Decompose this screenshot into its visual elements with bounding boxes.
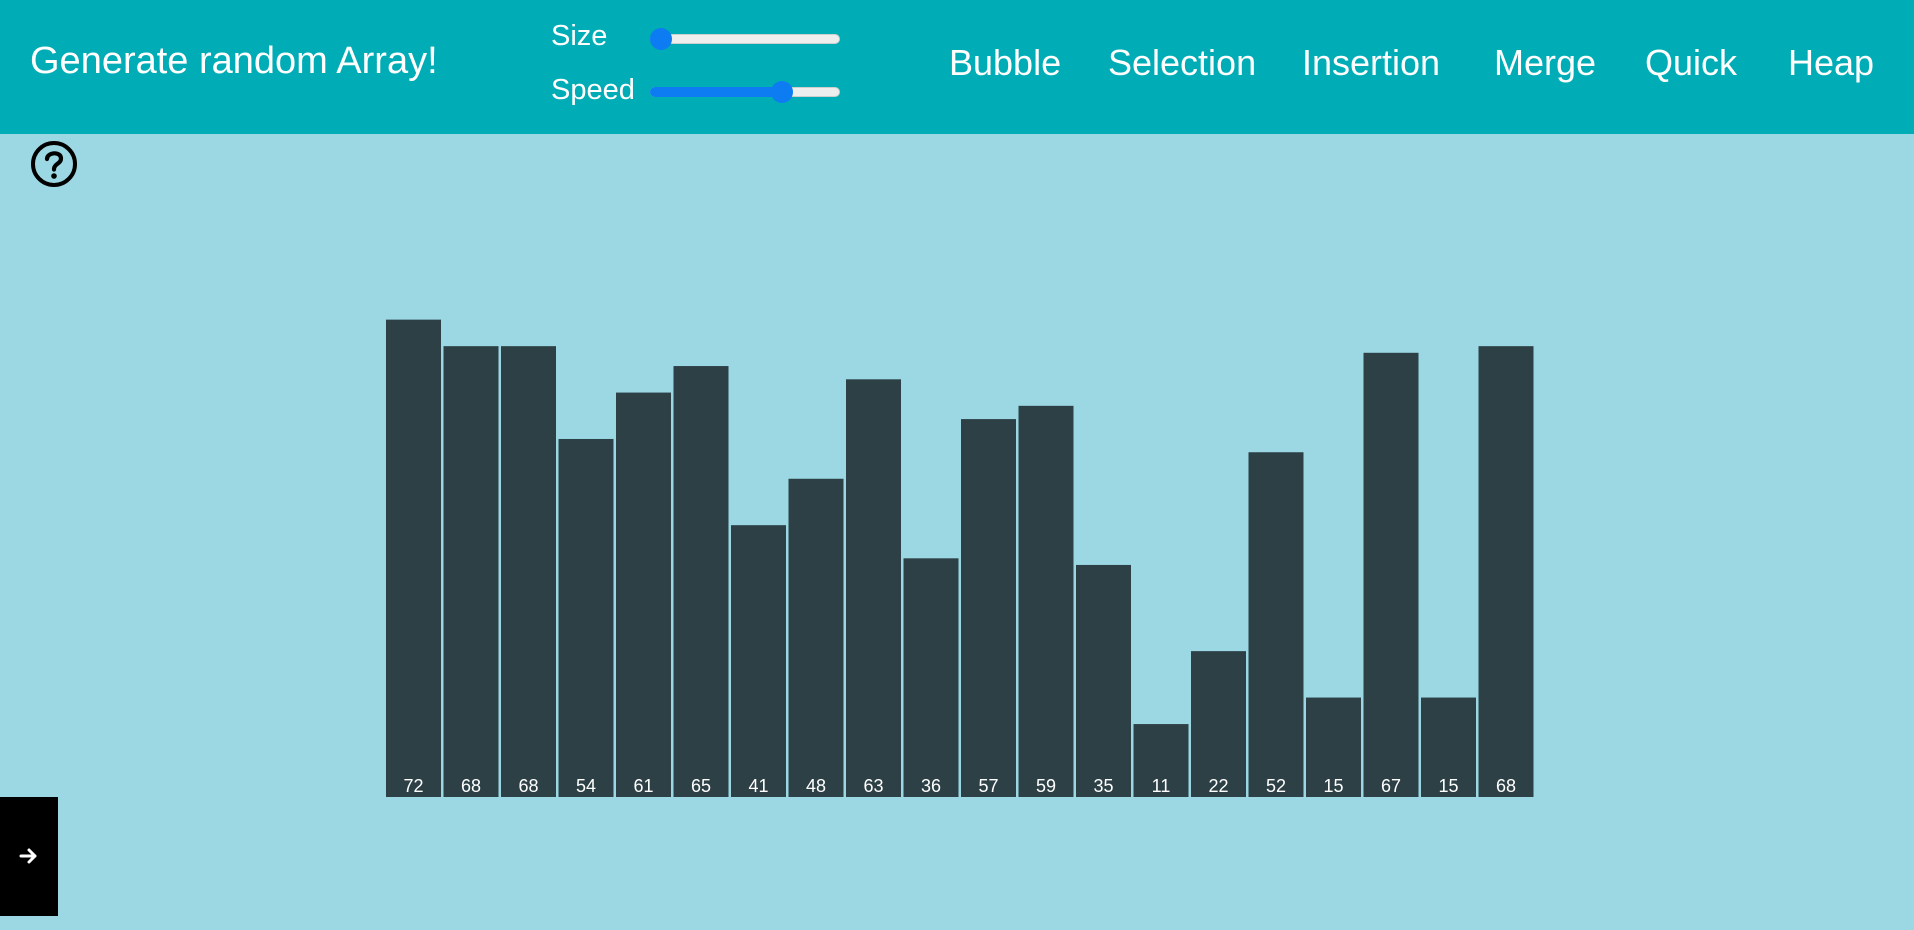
bar-value-label: 61: [633, 776, 653, 796]
array-bar: [1248, 452, 1304, 797]
array-bar: [1478, 346, 1534, 797]
array-bar: [788, 478, 844, 797]
array-bar: [673, 366, 729, 797]
next-button[interactable]: [0, 797, 58, 916]
array-bar: [1018, 405, 1074, 797]
bar-value-label: 59: [1036, 776, 1056, 796]
bar-value-label: 63: [863, 776, 883, 796]
array-bar-chart: 72 68 68 54 61 65 41 48 63 36 57 59 35 11 22 52 15 67 15 68: [386, 319, 1534, 797]
array-bar: [501, 346, 556, 797]
array-bar: [903, 558, 959, 797]
bar-value-label: 36: [921, 776, 941, 796]
array-bar: [616, 392, 671, 797]
array-bar: [731, 525, 786, 797]
bar-value-label: 57: [978, 776, 998, 796]
arrow-right-icon: [19, 848, 37, 864]
bar-value-label: 67: [1381, 776, 1401, 796]
bar-value-label: 52: [1266, 776, 1286, 796]
bar-value-label: 35: [1093, 776, 1113, 796]
bar-value-label: 54: [576, 776, 596, 796]
bar-value-label: 68: [1496, 776, 1516, 796]
bar-value-label: 41: [748, 776, 768, 796]
bar-value-label: 65: [691, 776, 711, 796]
array-bar: [1076, 564, 1131, 797]
bar-value-label: 11: [1152, 776, 1171, 796]
bar-value-label: 68: [461, 776, 481, 796]
array-bar: [558, 438, 614, 797]
bar-value-label: 22: [1208, 776, 1228, 796]
bar-value-label: 15: [1438, 776, 1458, 796]
bar-value-label: 72: [403, 776, 423, 796]
array-bar: [846, 379, 901, 797]
array-bar: [443, 346, 499, 797]
array-bar: [1363, 352, 1419, 797]
bar-value-label: 68: [518, 776, 538, 796]
array-bar: [386, 319, 441, 797]
bar-value-label: 15: [1323, 776, 1343, 796]
bar-value-label: 48: [806, 776, 826, 796]
array-bar: [961, 419, 1016, 797]
